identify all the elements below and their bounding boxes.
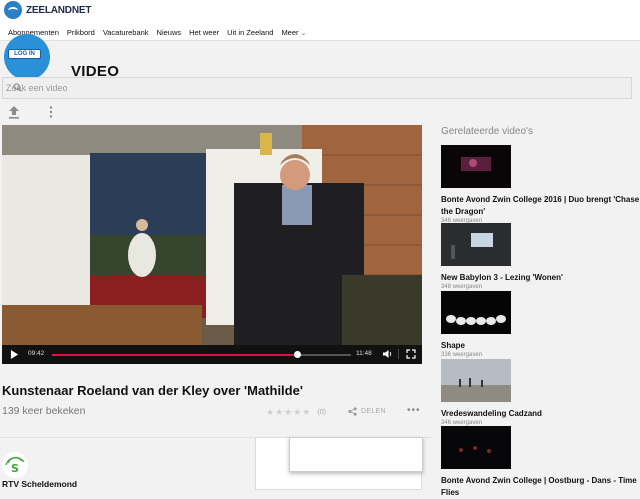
site-logo[interactable]: ZEELANDNET (4, 1, 91, 19)
main-nav: Abonnementen Prikbord Vacaturebank Nieuw… (0, 24, 640, 41)
video-title: Kunstenaar Roeland van der Kley over 'Ma… (2, 383, 303, 398)
related-video-item[interactable]: Shape 336 weergaven (441, 291, 640, 358)
star-icon[interactable]: ★ (293, 407, 301, 418)
related-video-title[interactable]: Bonte Avond Zwin College 2016 | Duo bren… (441, 194, 640, 218)
related-video-title[interactable]: New Babylon 3 - Lezing 'Wonen' (441, 272, 640, 284)
nav-more-label: Meer (281, 27, 299, 37)
video-thumbnail[interactable] (441, 291, 511, 334)
rating-stars[interactable]: ★ ★ ★ ★ ★ (0) (266, 407, 326, 418)
seek-handle[interactable] (294, 351, 302, 358)
svg-text:S: S (11, 462, 19, 475)
related-video-item[interactable]: Bonte Avond Zwin College 2016 | Duo bren… (441, 145, 640, 224)
share-icon (348, 407, 357, 416)
overlay-popup (289, 437, 423, 472)
nav-more-menu[interactable]: Meer ⌄ (281, 28, 306, 37)
share-button[interactable]: DELEN (348, 407, 386, 416)
login-badge: LOG IN (4, 34, 50, 80)
seek-bar[interactable] (52, 351, 351, 358)
more-vertical-icon[interactable] (48, 105, 54, 119)
channel-logo[interactable]: S (2, 452, 28, 478)
related-video-title[interactable]: Shape (441, 340, 640, 352)
chevron-down-icon: ⌄ (300, 29, 307, 37)
video-thumbnail[interactable] (441, 359, 511, 402)
related-video-views: 336 weergaven (441, 352, 483, 358)
more-options-button[interactable]: ••• (407, 405, 421, 416)
current-time: 09:42 (28, 350, 45, 357)
logo-icon (4, 1, 22, 19)
nav-item-nieuws[interactable]: Nieuws (157, 28, 182, 37)
fullscreen-icon[interactable] (406, 349, 416, 359)
video-player[interactable]: 09:42 11:48 (2, 125, 422, 364)
star-icon[interactable]: ★ (302, 407, 310, 418)
control-divider (398, 349, 399, 359)
related-videos-heading: Gerelateerde video's (441, 126, 533, 137)
search-bar (2, 77, 632, 99)
rating-count: (0) (317, 409, 326, 416)
share-label: DELEN (361, 408, 386, 415)
video-thumbnail[interactable] (441, 145, 511, 188)
player-controls: 09:42 11:48 (2, 345, 422, 364)
video-frame (2, 125, 422, 345)
duration: 11:48 (356, 350, 372, 357)
login-button[interactable]: LOG IN (8, 49, 41, 59)
upload-icon[interactable] (8, 105, 20, 119)
related-video-item[interactable]: Vredeswandeling Cadzand 346 weergaven (441, 359, 640, 426)
nav-item-uit-in-zeeland[interactable]: Uit in Zeeland (227, 28, 273, 37)
related-video-item[interactable]: Bonte Avond Zwin College | Oostburg - Da… (441, 426, 640, 499)
channel-name[interactable]: RTV Scheldemond (2, 479, 77, 489)
top-bar: ZEELANDNET (0, 0, 640, 24)
search-icon[interactable] (13, 83, 22, 92)
related-video-title[interactable]: Vredeswandeling Cadzand (441, 408, 640, 420)
video-thumbnail[interactable] (441, 223, 511, 266)
related-video-title[interactable]: Bonte Avond Zwin College | Oostburg - Da… (441, 475, 640, 499)
seek-progress (52, 354, 298, 356)
star-icon[interactable]: ★ (266, 407, 274, 418)
nav-item-het-weer[interactable]: Het weer (189, 28, 219, 37)
related-video-views: 348 weergaven (441, 284, 483, 290)
star-icon[interactable]: ★ (275, 407, 283, 418)
related-video-item[interactable]: New Babylon 3 - Lezing 'Wonen' 348 weerg… (441, 223, 640, 290)
search-input[interactable] (3, 78, 631, 98)
nav-item-vacaturebank[interactable]: Vacaturebank (103, 28, 149, 37)
video-thumbnail[interactable] (441, 426, 511, 469)
logo-text: ZEELANDNET (26, 4, 92, 16)
nav-item-prikbord[interactable]: Prikbord (67, 28, 95, 37)
volume-icon[interactable] (383, 349, 393, 359)
view-count: 139 keer bekeken (2, 405, 86, 417)
star-icon[interactable]: ★ (284, 407, 292, 418)
play-icon[interactable] (10, 350, 19, 359)
